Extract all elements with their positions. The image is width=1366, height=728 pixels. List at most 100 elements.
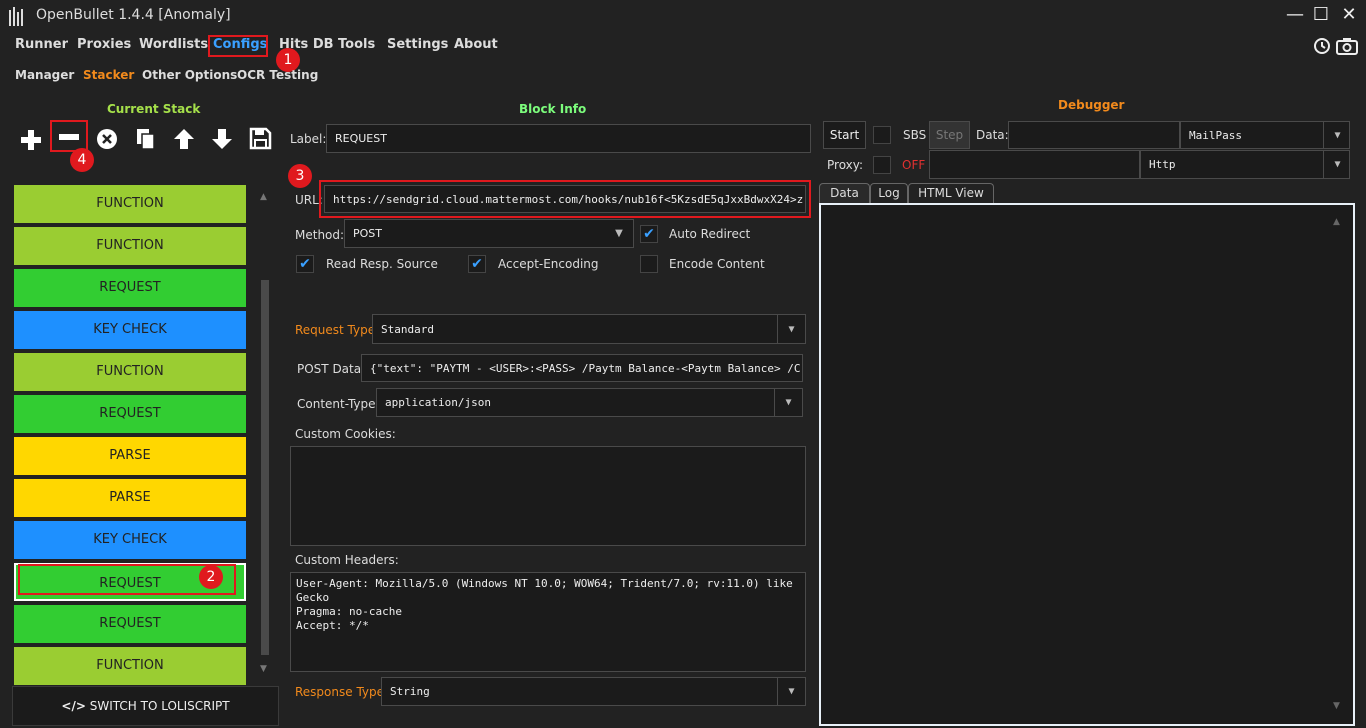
stack-block-1[interactable]: FUNCTION <box>14 185 246 223</box>
openbullet-logo-icon <box>9 7 23 26</box>
encode-content-label: Encode Content <box>669 257 765 271</box>
custom-cookies-textarea[interactable] <box>290 446 806 546</box>
accept-encoding-label: Accept-Encoding <box>498 257 599 271</box>
proxy-input[interactable] <box>929 150 1140 179</box>
response-type-label: Response Type: <box>295 685 389 699</box>
stack-block-12[interactable]: FUNCTION <box>14 647 246 685</box>
output-scroll-down-icon[interactable]: ▼ <box>1333 701 1340 711</box>
output-scroll-up-icon[interactable]: ▲ <box>1333 217 1340 227</box>
menu-settings[interactable]: Settings <box>387 37 448 52</box>
content-type-select[interactable]: application/json ▼ <box>376 388 803 417</box>
sbs-checkbox[interactable] <box>873 126 891 144</box>
wordlist-type-dropdown-arrow-icon[interactable]: ▼ <box>1323 122 1349 148</box>
method-value: POST <box>353 227 382 240</box>
stack-block-7[interactable]: PARSE <box>14 437 246 475</box>
annotation-badge-4: 4 <box>70 148 94 172</box>
auto-redirect-label: Auto Redirect <box>669 227 751 241</box>
stack-block-4[interactable]: KEY CHECK <box>14 311 246 349</box>
stack-block-11[interactable]: REQUEST <box>14 605 246 643</box>
submenu-manager[interactable]: Manager <box>15 68 74 82</box>
move-up-icon[interactable] <box>172 127 196 151</box>
tab-log[interactable]: Log <box>870 183 908 203</box>
scroll-thumb[interactable] <box>261 280 269 655</box>
response-type-value: String <box>390 685 430 698</box>
read-resp-source-label: Read Resp. Source <box>326 257 438 271</box>
content-type-label: Content-Type: <box>297 397 380 411</box>
wordlist-type-value: MailPass <box>1189 128 1242 142</box>
scroll-down-arrow-icon[interactable]: ▼ <box>260 664 267 674</box>
stack-block-9[interactable]: KEY CHECK <box>14 521 246 559</box>
accept-encoding-checkbox[interactable]: ✔ <box>468 255 486 273</box>
debug-data-input[interactable] <box>1008 121 1180 149</box>
proxy-type-value: Http <box>1149 158 1176 171</box>
submenu-other-options[interactable]: Other Options <box>142 68 237 82</box>
menu-about[interactable]: About <box>454 37 498 52</box>
submenu-ocr-testing[interactable]: OCR Testing <box>237 68 318 82</box>
menu-wordlists[interactable]: Wordlists <box>139 37 208 52</box>
switch-to-loliscript-label: SWITCH TO LOLISCRIPT <box>89 699 230 713</box>
custom-cookies-label: Custom Cookies: <box>295 427 396 441</box>
debugger-data-output[interactable]: ▲ ▼ <box>819 203 1355 726</box>
label-field-label: Label: <box>290 132 327 146</box>
close-button[interactable]: ✕ <box>1336 4 1362 28</box>
stack-block-8[interactable]: PARSE <box>14 479 246 517</box>
scroll-up-arrow-icon[interactable]: ▲ <box>260 192 267 202</box>
content-type-dropdown-arrow-icon[interactable]: ▼ <box>774 389 802 416</box>
remove-block-icon[interactable] <box>56 127 82 147</box>
encode-content-checkbox[interactable] <box>640 255 658 273</box>
url-input[interactable]: https://sendgrid.cloud.mattermost.com/ho… <box>324 185 806 213</box>
request-type-select[interactable]: Standard ▼ <box>372 314 806 344</box>
request-type-value: Standard <box>381 322 434 336</box>
auto-redirect-checkbox[interactable]: ✔ <box>640 225 658 243</box>
stack-block-5[interactable]: FUNCTION <box>14 353 246 391</box>
stack-scrollbar[interactable]: ▲ ▼ <box>258 184 272 684</box>
menu-runner[interactable]: Runner <box>15 37 68 52</box>
tab-html-view[interactable]: HTML View <box>908 183 994 203</box>
current-stack-title: Current Stack <box>107 102 201 116</box>
camera-icon[interactable] <box>1336 37 1358 55</box>
start-button[interactable]: Start <box>823 121 866 149</box>
proxy-state: OFF <box>902 158 926 172</box>
tab-data[interactable]: Data <box>819 183 870 203</box>
stack-block-3[interactable]: REQUEST <box>14 269 246 307</box>
response-type-dropdown-arrow-icon[interactable]: ▼ <box>777 678 805 705</box>
response-type-select[interactable]: String ▼ <box>381 677 806 706</box>
custom-headers-label: Custom Headers: <box>295 553 399 567</box>
post-data-input[interactable]: {"text": "PAYTM - <USER>:<PASS> /Paytm B… <box>361 354 803 382</box>
custom-headers-textarea[interactable]: User-Agent: Mozilla/5.0 (Windows NT 10.0… <box>290 572 806 672</box>
debugger-title: Debugger <box>1058 98 1125 112</box>
step-button[interactable]: Step <box>929 121 970 149</box>
clear-blocks-icon[interactable] <box>96 128 118 150</box>
label-input[interactable]: REQUEST <box>326 124 811 153</box>
add-block-icon[interactable] <box>18 127 44 153</box>
code-icon: </> <box>61 699 86 713</box>
history-icon[interactable] <box>1312 37 1332 55</box>
data-label: Data: <box>976 128 1009 142</box>
stack-block-2[interactable]: FUNCTION <box>14 227 246 265</box>
proxy-label: Proxy: <box>827 158 864 172</box>
minimize-button[interactable]: — <box>1282 4 1308 28</box>
proxy-checkbox[interactable] <box>873 156 891 174</box>
request-type-dropdown-arrow-icon[interactable]: ▼ <box>777 315 805 343</box>
menu-tools[interactable]: Tools <box>338 37 375 52</box>
block-stack-list: FUNCTION FUNCTION REQUEST KEY CHECK FUNCTION… <box>12 184 250 685</box>
proxy-type-dropdown-arrow-icon[interactable]: ▼ <box>1323 151 1349 178</box>
switch-to-loliscript-button[interactable]: </> SWITCH TO LOLISCRIPT <box>12 686 279 726</box>
post-data-label: POST Data: <box>297 362 366 376</box>
wordlist-type-select[interactable]: MailPass ▼ <box>1180 121 1350 149</box>
stack-block-6[interactable]: REQUEST <box>14 395 246 433</box>
clone-block-icon[interactable] <box>135 127 157 151</box>
method-select[interactable]: POST ▼ <box>344 219 634 248</box>
save-block-icon[interactable] <box>249 127 272 150</box>
menu-proxies[interactable]: Proxies <box>77 37 131 52</box>
submenu-stacker[interactable]: Stacker <box>83 68 134 82</box>
move-down-icon[interactable] <box>210 127 234 151</box>
maximize-button[interactable]: ☐ <box>1308 4 1334 28</box>
annotation-badge-2: 2 <box>199 565 223 589</box>
method-dropdown-arrow-icon[interactable]: ▼ <box>605 220 633 247</box>
proxy-type-select[interactable]: Http ▼ <box>1140 150 1350 179</box>
request-type-label: Request Type: <box>295 323 380 337</box>
title-bar: OpenBullet 1.4.4 [Anomaly] — ☐ ✕ <box>0 0 1366 32</box>
read-resp-source-checkbox[interactable]: ✔ <box>296 255 314 273</box>
block-info-title: Block Info <box>519 102 587 116</box>
